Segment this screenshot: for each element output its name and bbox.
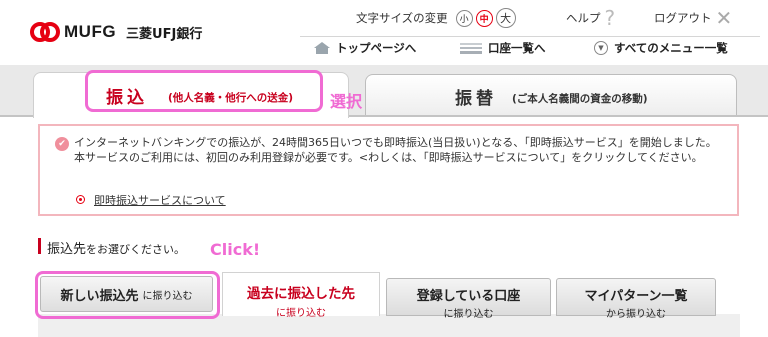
home-icon [314,42,330,54]
question-icon: ? [604,6,616,30]
font-size-medium-button[interactable]: 中 [475,9,493,27]
instant-transfer-link[interactable]: 即時振込サービスについて [94,192,226,208]
nav-all-menu-label: すべてのメニュー一覧 [614,41,728,55]
bullet-icon [76,195,85,204]
nav-divider [300,36,760,37]
section-accent-bar [38,238,41,254]
logout-label: ログアウト [654,11,712,25]
tab-past-payees[interactable]: 過去に振込した先 に振り込む [222,272,380,319]
tab-move-label: 振替 [455,89,497,109]
logout-link[interactable]: ログアウト ✕ [654,8,732,28]
tab-registered-sublabel: に振り込む [443,309,494,320]
highlight-new-payee [35,271,220,319]
nav-account-list[interactable]: 口座一覧へ [460,40,546,56]
tab-past-payees-sublabel: に振り込む [276,308,326,319]
tab-my-patterns[interactable]: マイパターン一覧 から振り込む [556,278,716,320]
annotation-select: 選択 [330,92,363,111]
help-label: ヘルプ [566,11,601,25]
logo-text: MUFG [64,22,117,41]
mufg-logo-icon [30,22,60,42]
tab-past-payees-label: 過去に振込した先 [247,286,355,302]
nav-account-list-label: 口座一覧へ [488,41,546,55]
section-title-main: 振込先 [47,242,87,257]
close-icon: ✕ [715,6,733,30]
chevron-down-icon: ▼ [594,41,608,55]
mufg-logo[interactable]: MUFG 三菱UFJ銀行 [30,22,202,42]
font-size-large-button[interactable]: 大 [495,8,516,28]
section-title-small: をお選びください。 [86,243,186,256]
tab-move-sublabel: (ご本人名義間の資金の移動) [512,93,648,105]
help-link[interactable]: ヘルプ ? [566,8,615,28]
tab-registered-label: 登録している口座 [416,289,521,304]
tab-my-patterns-sublabel: から振り込む [606,309,666,320]
section-title: 振込先をお選びください。 [47,238,185,257]
nav-top-page[interactable]: トップページへ [314,40,416,56]
account-list-icon [460,42,482,54]
font-size-label: 文字サイズの変更 [356,11,448,25]
font-size-small-button[interactable]: 小 [455,9,473,27]
nav-all-menu[interactable]: ▼ すべてのメニュー一覧 [594,40,728,56]
notice-text: インターネットバンキングでの振込が、24時間365日いつでも即時振込(当日扱い)… [74,136,717,164]
font-size-control: 文字サイズの変更 小 中 大 [356,8,516,28]
bank-name: 三菱UFJ銀行 [126,26,203,42]
tab-registered-accounts[interactable]: 登録している口座 に振り込む [386,278,551,320]
tab-my-patterns-label: マイパターン一覧 [584,289,688,304]
check-icon: ✔ [55,137,69,151]
annotation-click: Click! [210,240,261,259]
nav-top-page-label: トップページへ [336,41,417,55]
highlight-transfer-tab [85,70,323,112]
